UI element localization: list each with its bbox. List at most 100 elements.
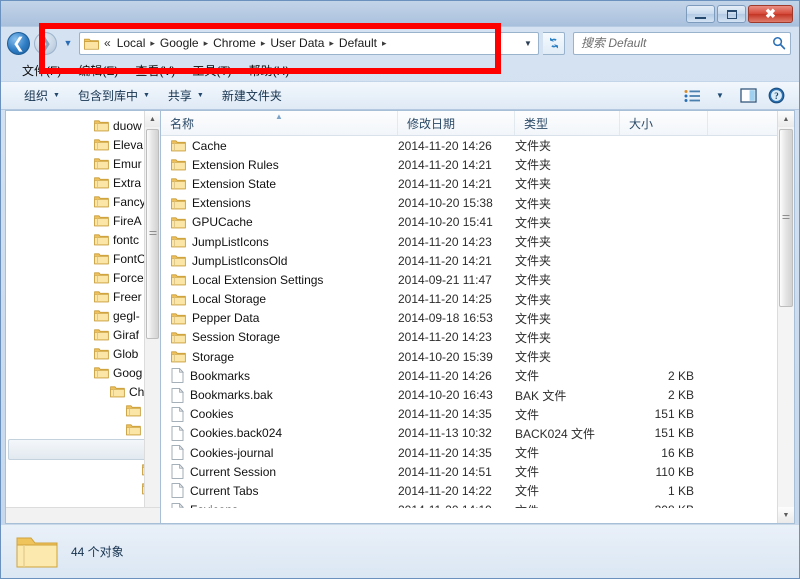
file-name-label: Extension State	[192, 176, 277, 191]
chevron-right-icon[interactable]: ▸	[327, 38, 336, 49]
menu-item-view[interactable]: 查看(V)	[128, 60, 182, 81]
close-button[interactable]: ✖	[748, 5, 793, 23]
breadcrumb-overflow[interactable]: «	[101, 35, 114, 51]
tree-item-giraf[interactable]: Giraf	[6, 325, 160, 344]
chevron-right-icon[interactable]: ▸	[259, 38, 268, 49]
scroll-up-arrow-icon[interactable]: ▲	[145, 111, 160, 127]
scroll-down-arrow-icon[interactable]: ▼	[778, 507, 794, 523]
breadcrumb-item-google[interactable]: Google	[157, 35, 202, 51]
tree-item[interactable]	[8, 439, 160, 460]
tree-item-a[interactable]: A	[6, 401, 160, 420]
file-date-cell: 2014-11-20 14:26	[398, 368, 492, 383]
file-row[interactable]: JumpListIconsOld 2014-11-20 14:21 文件夹	[161, 251, 794, 270]
share-button[interactable]: 共享 ▼	[159, 84, 213, 107]
search-input[interactable]	[581, 36, 772, 50]
tree-item-firea[interactable]: FireA	[6, 211, 160, 230]
tree-item-duow[interactable]: duow	[6, 116, 160, 135]
menu-item-tools[interactable]: 工具(T)	[185, 60, 238, 81]
column-header-date[interactable]: 修改日期	[398, 111, 515, 135]
file-name-label: Cache	[192, 138, 227, 153]
tree-item-u[interactable]: U	[6, 420, 160, 439]
organize-button[interactable]: 组织 ▼	[15, 84, 69, 107]
tree-item-glob[interactable]: Glob	[6, 344, 160, 363]
tree-item-fancy[interactable]: Fancy	[6, 192, 160, 211]
refresh-button[interactable]	[543, 31, 565, 55]
file-row[interactable]: Cache 2014-11-20 14:26 文件夹	[161, 136, 794, 155]
file-row[interactable]: Bookmarks 2014-11-20 14:26 文件 2 KB	[161, 366, 794, 385]
breadcrumb-item-chrome[interactable]: Chrome	[210, 35, 259, 51]
include-in-library-button[interactable]: 包含到库中 ▼	[69, 84, 159, 107]
file-row[interactable]: Bookmarks.bak 2014-10-20 16:43 BAK 文件 2 KB	[161, 385, 794, 404]
back-arrow-icon: ❮	[12, 34, 25, 52]
file-type-cell: 文件夹	[515, 177, 552, 192]
nav-pane-vertical-scrollbar[interactable]: ▲ ▼	[144, 111, 160, 523]
nav-scroll-thumb[interactable]	[146, 129, 159, 339]
search-icon[interactable]	[772, 36, 786, 50]
column-header-size[interactable]: 大小	[620, 111, 708, 135]
file-row[interactable]: Cookies 2014-11-20 14:35 文件 151 KB	[161, 405, 794, 424]
file-row[interactable]: Cookies.back024 2014-11-13 10:32 BACK024 文…	[161, 424, 794, 443]
menu-item-edit[interactable]: 编辑(E)	[71, 60, 125, 81]
file-row[interactable]: Local Extension Settings 2014-09-21 11:47…	[161, 270, 794, 289]
tree-item-emur[interactable]: Emur	[6, 154, 160, 173]
chevron-right-icon[interactable]: ▸	[380, 38, 389, 49]
file-list-vertical-scrollbar[interactable]: ▲ ▼	[777, 111, 794, 523]
file-row[interactable]: Current Session 2014-11-20 14:51 文件 110 KB	[161, 462, 794, 481]
search-box[interactable]	[573, 31, 791, 55]
file-row[interactable]: Cookies-journal 2014-11-20 14:35 文件 16 KB	[161, 443, 794, 462]
file-list-scroll-thumb[interactable]	[779, 129, 793, 307]
breadcrumb-item-user-data[interactable]: User Data	[267, 35, 327, 51]
file-row[interactable]: Local Storage 2014-11-20 14:25 文件夹	[161, 290, 794, 309]
file-row[interactable]: Current Tabs 2014-11-20 14:22 文件 1 KB	[161, 481, 794, 500]
title-bar: ✖	[1, 1, 799, 27]
tree-item-goog[interactable]: Goog	[6, 363, 160, 382]
tree-item-label: Extra	[113, 175, 142, 190]
file-row[interactable]: GPUCache 2014-10-20 15:41 文件夹	[161, 213, 794, 232]
recent-pages-button[interactable]: ▼	[61, 38, 75, 48]
column-header-name[interactable]: 名称 ▲	[161, 111, 398, 135]
tree-item-eleva[interactable]: Eleva	[6, 135, 160, 154]
back-button[interactable]: ❮	[7, 31, 30, 55]
maximize-button[interactable]	[717, 5, 746, 23]
file-list-rows: Cache 2014-11-20 14:26 文件夹 Extension Rules 2…	[161, 136, 794, 508]
tree-item[interactable]	[6, 460, 160, 479]
file-row[interactable]: Favicons 2014-11-20 14:19文件308 KB	[161, 501, 794, 508]
file-icon	[171, 464, 184, 480]
file-row[interactable]: Extension Rules 2014-11-20 14:21 文件夹	[161, 155, 794, 174]
menu-item-file[interactable]: 文件(F)	[15, 60, 68, 81]
forward-button[interactable]: ❯	[34, 31, 57, 55]
chevron-right-icon[interactable]: ▸	[148, 38, 157, 49]
file-row[interactable]: Storage 2014-10-20 15:39 文件夹	[161, 347, 794, 366]
column-header-type[interactable]: 类型	[515, 111, 620, 135]
preview-pane-button[interactable]	[735, 85, 761, 107]
help-button[interactable]: ?	[763, 85, 789, 107]
file-name-cell: Extensions	[161, 196, 398, 210]
tree-item-force[interactable]: Force	[6, 268, 160, 287]
tree-item-freer[interactable]: Freer	[6, 287, 160, 306]
tree-item-chr[interactable]: Chr	[6, 382, 160, 401]
new-folder-button[interactable]: 新建文件夹	[213, 84, 291, 107]
nav-pane-horizontal-scrollbar[interactable]	[6, 507, 160, 523]
tree-item-gegl-[interactable]: gegl-	[6, 306, 160, 325]
breadcrumb-item-default[interactable]: Default	[336, 35, 380, 51]
tree-item-extra[interactable]: Extra	[6, 173, 160, 192]
breadcrumb-item-local[interactable]: Local	[114, 35, 149, 51]
minimize-button[interactable]	[686, 5, 715, 23]
file-row[interactable]: Extension State 2014-11-20 14:21 文件夹	[161, 174, 794, 193]
tree-item[interactable]	[6, 479, 160, 498]
chevron-right-icon[interactable]: ▸	[202, 38, 211, 49]
view-options-button[interactable]	[679, 85, 705, 107]
menu-item-help[interactable]: 帮助(H)	[242, 60, 297, 81]
command-toolbar: 组织 ▼ 包含到库中 ▼ 共享 ▼ 新建文件夹 ▼ ?	[1, 81, 799, 110]
view-dropdown-button[interactable]: ▼	[707, 85, 733, 107]
file-row[interactable]: Session Storage 2014-11-20 14:23 文件夹	[161, 328, 794, 347]
tree-item-fontc[interactable]: FontC	[6, 249, 160, 268]
chevron-down-icon: ▼	[53, 92, 60, 99]
address-input[interactable]: « Local ▸ Google ▸ Chrome ▸ User Data ▸ …	[79, 31, 539, 55]
tree-item-fontc[interactable]: fontc	[6, 230, 160, 249]
scroll-up-arrow-icon[interactable]: ▲	[778, 111, 794, 127]
address-dropdown-button[interactable]: ▼	[520, 39, 536, 48]
file-row[interactable]: Pepper Data 2014-09-18 16:53 文件夹	[161, 309, 794, 328]
file-row[interactable]: Extensions 2014-10-20 15:38 文件夹	[161, 194, 794, 213]
file-row[interactable]: JumpListIcons 2014-11-20 14:23 文件夹	[161, 232, 794, 251]
